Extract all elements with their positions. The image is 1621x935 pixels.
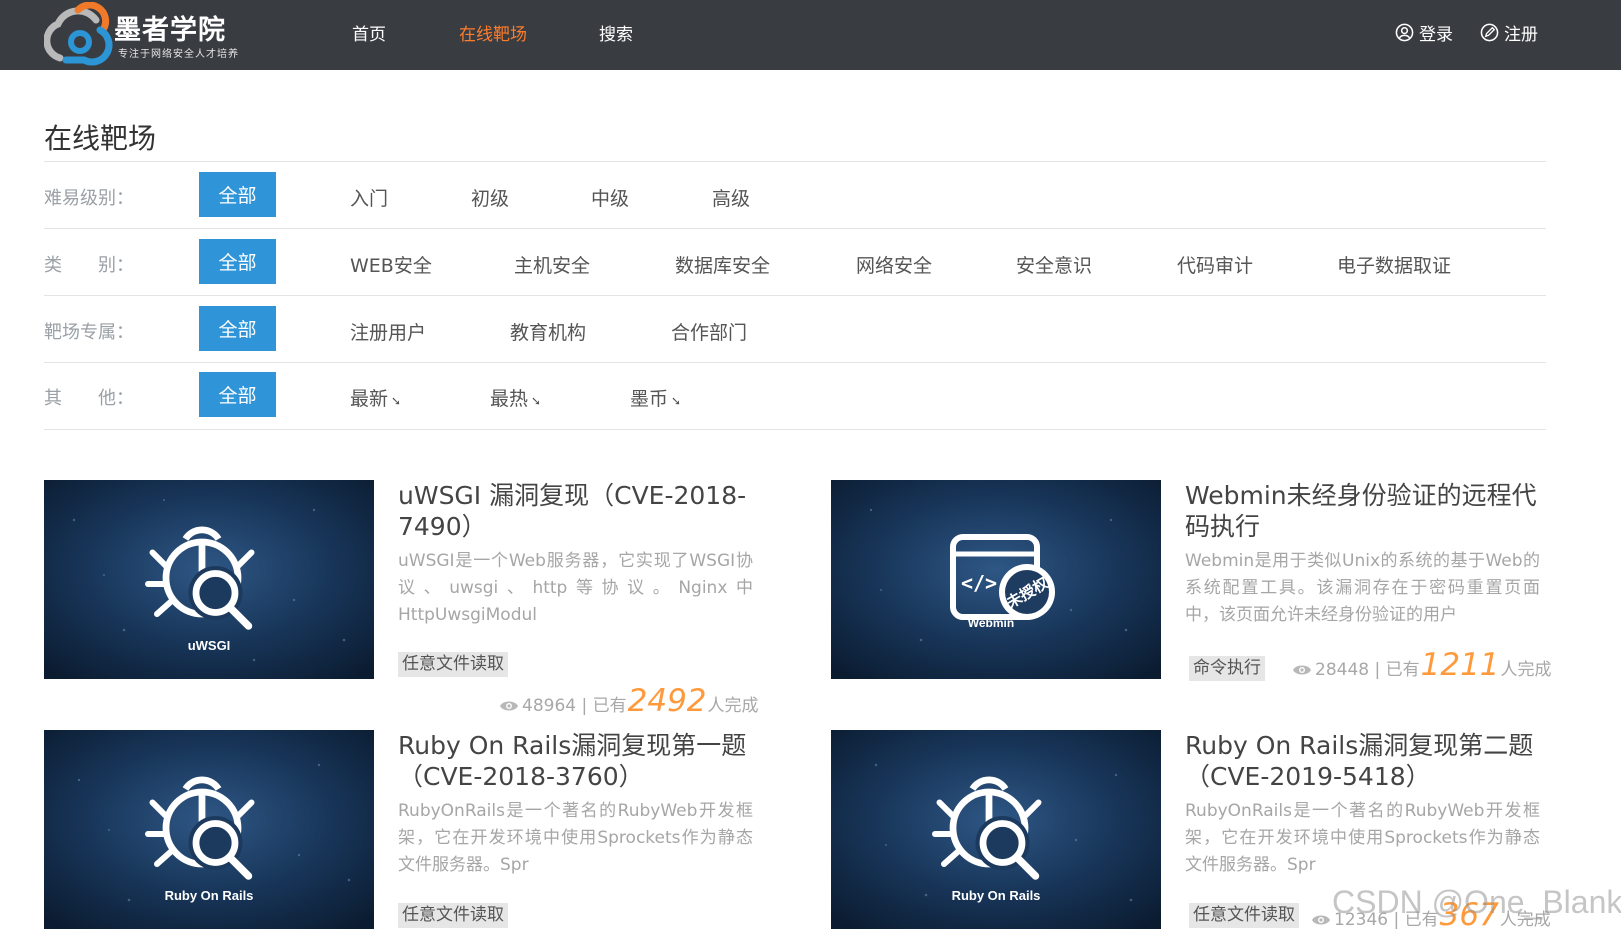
divider bbox=[44, 295, 1546, 296]
completed-suffix: 人完成 bbox=[1500, 660, 1552, 680]
other-all-button[interactable]: 全部 bbox=[199, 372, 276, 417]
card-image-label: uWSGI bbox=[188, 638, 231, 653]
eye-icon bbox=[1312, 915, 1330, 925]
card-image-label: Ruby On Rails bbox=[952, 888, 1041, 903]
owner-option[interactable]: 合作部门 bbox=[671, 318, 747, 345]
sort-coins[interactable]: 墨币 ➘ bbox=[630, 384, 681, 411]
completed-suffix: 人完成 bbox=[707, 696, 759, 716]
completed-count: 1211 bbox=[1420, 647, 1500, 683]
completed-count: 2492 bbox=[627, 683, 707, 719]
difficulty-all-button[interactable]: 全部 bbox=[199, 172, 276, 217]
login-label: 登录 bbox=[1419, 25, 1453, 45]
card-thumbnail[interactable]: Ruby On Rails bbox=[44, 730, 374, 929]
page-title: 在线靶场 bbox=[44, 122, 157, 155]
card-stats: 48964 | 已有 2492 人完成 bbox=[499, 683, 759, 719]
eye-icon bbox=[1293, 665, 1311, 675]
card-tag: 命令执行 bbox=[1189, 656, 1265, 681]
owner-filter-label: 靶场专属： bbox=[44, 322, 134, 343]
top-navbar: 墨者学院 专注于网络安全人才培养 首页 在线靶场 搜索 登录 注册 bbox=[0, 0, 1621, 70]
edit-icon bbox=[1480, 23, 1499, 42]
card-image-label: Webmin bbox=[968, 616, 1014, 630]
sort-hottest-label: 最热 bbox=[490, 388, 529, 410]
card-description: uWSGI是一个Web服务器，它实现了WSGI协议、uwsgi、http等协议。… bbox=[398, 551, 753, 625]
nav-home[interactable]: 首页 bbox=[352, 20, 386, 45]
divider bbox=[44, 161, 1546, 162]
category-option[interactable]: 电子数据取证 bbox=[1337, 251, 1451, 278]
owner-option[interactable]: 注册用户 bbox=[350, 318, 426, 345]
view-count: 48964 bbox=[522, 696, 577, 716]
card-description: RubyOnRails是一个著名的RubyWeb开发框架，它在开发环境中使用Sp… bbox=[1185, 801, 1540, 875]
eye-icon bbox=[500, 701, 518, 711]
divider bbox=[44, 228, 1546, 229]
card-description: Webmin是用于类似Unix的系统的基于Web的系统配置工具。该漏洞存在于密码… bbox=[1185, 551, 1540, 625]
category-option[interactable]: 安全意识 bbox=[1016, 251, 1092, 278]
watermark: CSDN @One_Blanks bbox=[1332, 884, 1621, 920]
sort-arrow-icon: ➘ bbox=[531, 394, 542, 408]
view-count: 28448 bbox=[1315, 660, 1370, 680]
brand-slogan: 专注于网络安全人才培养 bbox=[118, 49, 239, 60]
nav-online-range[interactable]: 在线靶场 bbox=[459, 20, 527, 45]
divider bbox=[44, 429, 1546, 430]
difficulty-option[interactable]: 中级 bbox=[591, 184, 629, 211]
sort-newest-label: 最新 bbox=[350, 388, 389, 410]
difficulty-option[interactable]: 入门 bbox=[350, 184, 388, 211]
card-thumbnail[interactable]: </> 未授权 Webmin bbox=[831, 480, 1161, 679]
category-option[interactable]: 代码审计 bbox=[1177, 251, 1253, 278]
category-filter-label: 类 别： bbox=[44, 255, 134, 276]
card-thumbnail[interactable]: Ruby On Rails bbox=[831, 730, 1161, 929]
category-option[interactable]: 数据库安全 bbox=[675, 251, 770, 278]
card-stats: 28448 | 已有 1211 人完成 bbox=[1292, 647, 1552, 683]
completed-prefix: | 已有 bbox=[581, 696, 627, 716]
owner-all-button[interactable]: 全部 bbox=[199, 306, 276, 351]
card-title[interactable]: Ruby On Rails漏洞复现第一题（CVE-2018-3760） bbox=[398, 730, 758, 792]
difficulty-filter-label: 难易级别： bbox=[44, 188, 134, 209]
user-icon bbox=[1395, 23, 1414, 42]
card-thumbnail[interactable]: uWSGI bbox=[44, 480, 374, 679]
difficulty-option[interactable]: 初级 bbox=[471, 184, 509, 211]
svg-text:</>: </> bbox=[961, 571, 997, 595]
category-option[interactable]: 主机安全 bbox=[514, 251, 590, 278]
card-tag: 任意文件读取 bbox=[398, 652, 508, 677]
card-image-label: Ruby On Rails bbox=[165, 888, 254, 903]
difficulty-option[interactable]: 高级 bbox=[712, 184, 750, 211]
register-link[interactable]: 注册 bbox=[1480, 20, 1538, 45]
sort-arrow-icon: ➘ bbox=[391, 394, 402, 408]
card-title[interactable]: Ruby On Rails漏洞复现第二题（CVE-2019-5418） bbox=[1185, 730, 1545, 792]
completed-prefix: | 已有 bbox=[1374, 660, 1420, 680]
sort-arrow-icon: ➘ bbox=[671, 394, 682, 408]
card-title[interactable]: uWSGI 漏洞复现（CVE-2018-7490） bbox=[398, 480, 758, 542]
category-option[interactable]: 网络安全 bbox=[856, 251, 932, 278]
category-all-button[interactable]: 全部 bbox=[199, 239, 276, 284]
brand-name: 墨者学院 bbox=[114, 15, 226, 46]
owner-option[interactable]: 教育机构 bbox=[510, 318, 586, 345]
category-option[interactable]: WEB安全 bbox=[350, 251, 432, 278]
sort-hottest[interactable]: 最热 ➘ bbox=[490, 384, 541, 411]
sort-coins-label: 墨币 bbox=[630, 388, 669, 410]
login-link[interactable]: 登录 bbox=[1395, 20, 1453, 45]
sort-newest[interactable]: 最新 ➘ bbox=[350, 384, 401, 411]
nav-search[interactable]: 搜索 bbox=[599, 20, 633, 45]
divider bbox=[44, 362, 1546, 363]
register-label: 注册 bbox=[1504, 25, 1538, 45]
other-filter-label: 其 他： bbox=[44, 388, 134, 409]
card-tag: 任意文件读取 bbox=[1189, 903, 1299, 928]
site-logo[interactable]: 墨者学院 专注于网络安全人才培养 bbox=[44, 2, 264, 66]
card-title[interactable]: Webmin未经身份验证的远程代码执行 bbox=[1185, 480, 1545, 542]
card-tag: 任意文件读取 bbox=[398, 903, 508, 928]
cloud-logo-icon bbox=[44, 2, 113, 66]
card-description: RubyOnRails是一个著名的RubyWeb开发框架，它在开发环境中使用Sp… bbox=[398, 801, 753, 875]
